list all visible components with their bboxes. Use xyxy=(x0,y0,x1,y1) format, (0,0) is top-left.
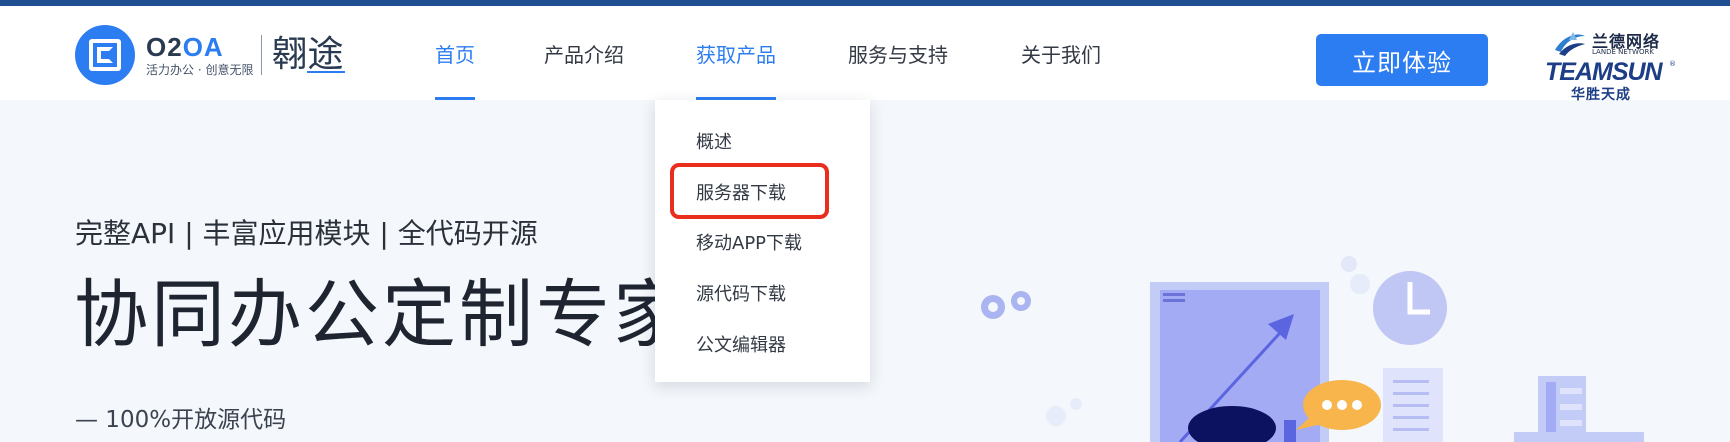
nav-item-about-us[interactable]: 关于我们 xyxy=(1021,6,1101,100)
registered-mark: ® xyxy=(1669,60,1676,68)
building-icon xyxy=(1514,376,1644,442)
partner-brand: TEAMSUN xyxy=(1545,58,1663,86)
o2oa-logo-icon xyxy=(75,25,135,85)
chart-board xyxy=(1150,282,1329,442)
get-product-dropdown: 概述 服务器下载 移动APP下载 源代码下载 公文编辑器 xyxy=(655,100,870,382)
hero-subtitle: 完整API | 丰富应用模块 | 全代码开源 xyxy=(75,217,538,250)
logo-slogan: 活力办公 · 创意无限 xyxy=(146,62,254,77)
lande-swoosh-icon xyxy=(1555,32,1585,56)
nav-item-home[interactable]: 首页 xyxy=(435,6,475,100)
clock-icon xyxy=(1373,271,1447,345)
nav-item-service-support[interactable]: 服务与支持 xyxy=(848,6,948,100)
chat-bubble-icon xyxy=(1296,380,1381,430)
nav-item-products[interactable]: 产品介绍 xyxy=(544,6,624,100)
dropdown-item-overview[interactable]: 概述 xyxy=(696,128,732,154)
document-icon xyxy=(1383,368,1443,442)
logo-divider xyxy=(261,35,263,75)
hero-tagline: — 100%开放源代码 xyxy=(75,407,287,433)
gears-icon xyxy=(981,291,1031,319)
product-name: 翱途 xyxy=(271,34,346,75)
nav-item-get-product[interactable]: 获取产品 xyxy=(696,6,776,100)
try-now-button[interactable]: 立即体验 xyxy=(1316,34,1488,86)
person-figure xyxy=(1188,406,1296,442)
dropdown-item-source-code-download[interactable]: 源代码下载 xyxy=(696,280,786,306)
dropdown-item-mobile-app-download[interactable]: 移动APP下载 xyxy=(696,229,802,255)
partner-sub-name: 华胜天成 xyxy=(1571,87,1631,103)
logo-brand-text: O2OA xyxy=(146,31,224,62)
dropdown-item-document-editor[interactable]: 公文编辑器 xyxy=(696,331,786,357)
site-logo[interactable]: O2OA 活力办公 · 创意无限 翱途 xyxy=(75,25,346,85)
highlight-annotation-box xyxy=(670,163,829,219)
hero-title: 协同办公定制专家 xyxy=(74,272,690,358)
partner-logo-teamsun[interactable]: 兰德网络 LANDE NETWORK TEAMSUN ® 华胜天成 xyxy=(1545,24,1676,103)
partner-en-name: LANDE NETWORK xyxy=(1592,48,1654,56)
